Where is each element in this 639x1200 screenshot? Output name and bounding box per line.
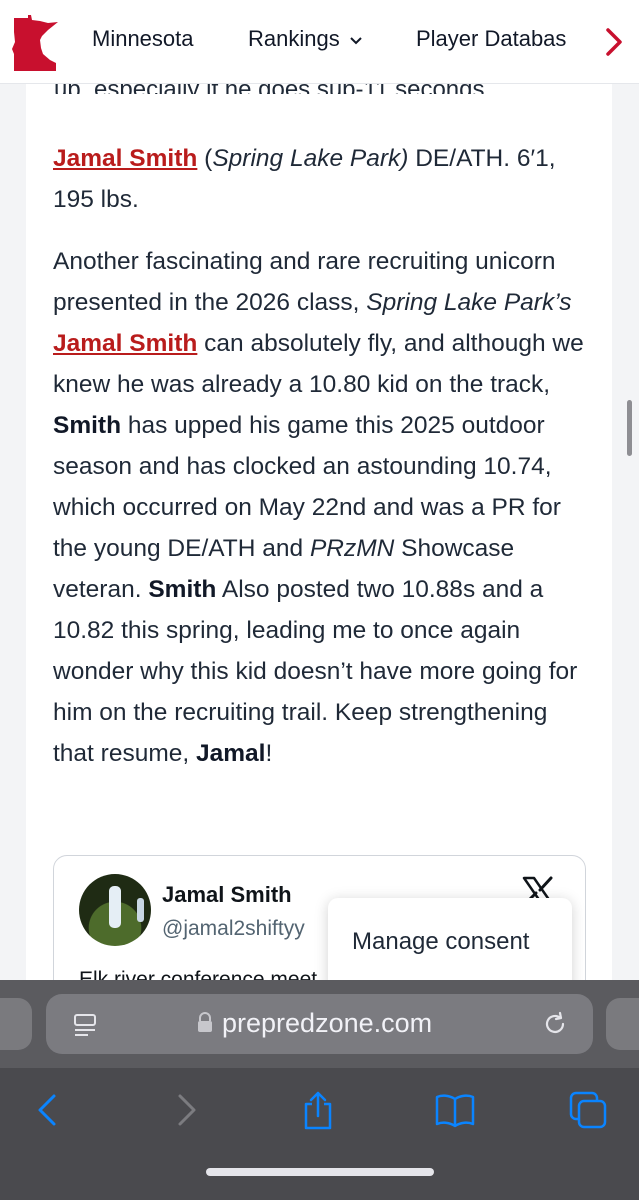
manage-consent-label: Manage consent <box>352 928 530 955</box>
article-body: Jamal Smith (Spring Lake Park) DE/ATH. 6… <box>53 138 593 795</box>
paragraph-text: ! <box>265 740 273 767</box>
url-text[interactable]: prepredzone.com <box>222 1008 432 1039</box>
browser-chrome: prepredzone.com <box>0 980 639 1200</box>
article-paragraph: Another fascinating and rare recruiting … <box>53 241 593 774</box>
share-icon[interactable] <box>300 1090 336 1137</box>
player-link-jamal-smith[interactable]: Jamal Smith <box>53 145 197 172</box>
previous-tab-preview[interactable] <box>0 998 32 1050</box>
bold-name: Jamal <box>195 740 266 767</box>
address-area: prepredzone.com <box>0 980 639 1068</box>
site-header: Minnesota Rankings Player Databas <box>0 0 639 84</box>
page-menu-icon[interactable] <box>72 1012 98 1043</box>
bookmarks-icon[interactable] <box>434 1090 476 1135</box>
nav-item-minnesota[interactable]: Minnesota <box>92 26 194 52</box>
chevron-down-icon <box>350 32 362 48</box>
back-icon[interactable] <box>32 1090 64 1135</box>
chevron-right-icon[interactable] <box>596 22 632 62</box>
next-tab-preview[interactable] <box>606 998 639 1050</box>
minnesota-state-icon[interactable] <box>10 14 62 72</box>
bold-name: Smith <box>148 576 217 603</box>
showcase-name: PRzMN <box>309 535 395 562</box>
address-bar[interactable]: prepredzone.com <box>46 994 593 1054</box>
player-info-paragraph: Jamal Smith (Spring Lake Park) DE/ATH. 6… <box>53 138 593 220</box>
nav-item-player-database[interactable]: Player Databas <box>416 26 588 52</box>
browser-toolbar <box>0 1068 639 1200</box>
paragraph-text: Also posted two 10.88s and a 10.82 this … <box>53 576 578 767</box>
forward-icon[interactable] <box>170 1090 202 1135</box>
scroll-indicator[interactable] <box>627 400 632 456</box>
school-possessive: Spring Lake Park’s <box>366 289 572 316</box>
tweet-author-name[interactable]: Jamal Smith <box>162 882 292 908</box>
tweet-author-handle[interactable]: @jamal2shiftyy <box>162 917 305 941</box>
reload-icon[interactable] <box>541 1010 569 1043</box>
tabs-icon[interactable] <box>568 1090 608 1135</box>
bold-name: Smith <box>53 412 122 439</box>
avatar[interactable] <box>79 874 151 946</box>
nav-item-rankings[interactable]: Rankings <box>248 26 362 52</box>
paren-open: ( <box>197 145 213 172</box>
school-name: Spring Lake Park) <box>212 145 409 172</box>
nav-rankings-label: Rankings <box>248 26 340 51</box>
lock-icon <box>196 1011 214 1040</box>
player-link-jamal-smith-inline[interactable]: Jamal Smith <box>53 330 197 357</box>
home-indicator[interactable] <box>206 1168 434 1176</box>
